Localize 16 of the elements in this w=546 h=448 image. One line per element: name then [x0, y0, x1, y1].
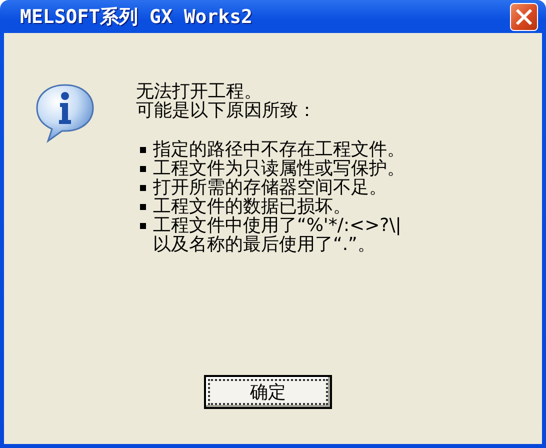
bullet-icon: [140, 223, 146, 229]
close-button[interactable]: [510, 2, 538, 30]
message-text: 可能是以下原因所致：: [136, 101, 317, 120]
message-text: 无法打开工程。: [136, 82, 262, 101]
window-title: MELSOFT系列 GX Works2: [20, 4, 252, 30]
reason-text: 打开所需的存储器空间不足。: [153, 178, 387, 197]
bullet-icon: [140, 166, 146, 172]
bullet-icon: [140, 147, 146, 153]
bullet-icon: [140, 185, 146, 191]
reason-text: 工程文件为只读属性或写保护。: [153, 159, 405, 178]
close-icon: [515, 8, 533, 26]
bullet-icon: [140, 204, 146, 210]
reason-text: 指定的路径中不存在工程文件。: [153, 140, 405, 159]
reason-text: 工程文件中使用了“%'*/:<>?\| 以及名称的最后使用了“.”。: [153, 216, 402, 254]
ok-button[interactable]: 确定: [204, 375, 332, 409]
reason-text: 工程文件的数据已损坏。: [153, 197, 351, 216]
